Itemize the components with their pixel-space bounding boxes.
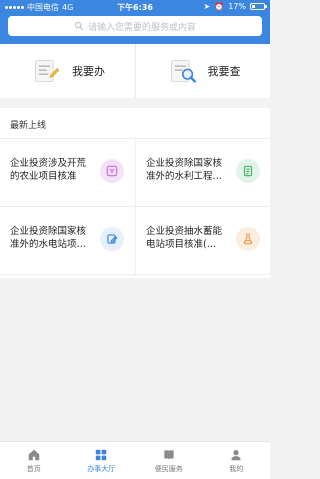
home-icon [28,449,39,461]
book-icon [164,450,174,460]
document-icon [35,60,60,82]
battery-icon [250,3,267,10]
app-screen: 中国电信 4G 下午6:36 ➤ ⏰ 17% 请输入您需要的服务或内容 我要办 … [0,0,270,479]
service-icon-wrap [236,227,260,251]
tab-label: 我的 [229,465,244,473]
tab-label: 首页 [26,465,41,473]
check-status-button[interactable]: 我要查 [135,44,270,98]
status-bar: 中国电信 4G 下午6:36 ➤ ⏰ 17% [0,0,270,14]
service-icon-wrap [236,159,260,183]
service-title: 企业投资除国家核准外的水利工程… [146,158,223,182]
service-icon-wrap [100,227,124,251]
service-card[interactable]: 企业投资除国家核准外的水利工程… [135,139,270,206]
service-row: 企业投资除国家核准外的水电站项… 企业投资抽水蓄能电站项目核准(… [0,207,270,275]
beaker-icon [243,233,253,245]
magnifier-document-icon [170,60,196,83]
service-title: 企业投资涉及开荒的农业项目核准 [10,158,87,182]
service-row: 企业投资涉及开荒的农业项目核准 企业投资除国家核准外的水利工程… [0,139,270,207]
edit-icon [107,234,118,244]
service-title: 企业投资除国家核准外的水电站项… [10,226,87,250]
search-bar[interactable]: 请输入您需要的服务或内容 [8,16,262,36]
tab-label: 办事大厅 [87,465,116,473]
tab-home[interactable]: 首页 [0,442,68,479]
tab-convenience[interactable]: 便民服务 [135,442,203,479]
tab-mine[interactable]: 我的 [203,442,271,479]
header-bar: 中国电信 4G 下午6:36 ➤ ⏰ 17% 请输入您需要的服务或内容 [0,0,270,44]
battery-percent: 17% [228,2,246,11]
grid-icon [106,165,118,177]
search-placeholder: 请输入您需要的服务或内容 [87,22,196,33]
service-card[interactable]: 企业投资除国家核准外的水电站项… [0,207,135,274]
apps-icon [96,449,107,461]
status-right: ➤ ⏰ 17% [203,2,267,11]
service-card[interactable]: 企业投资涉及开荒的农业项目核准 [0,139,135,206]
alarm-icon: ⏰ [214,2,225,11]
do-business-label: 我要办 [72,65,105,78]
tab-service-hall[interactable]: 办事大厅 [68,442,136,479]
service-grid: 企业投资涉及开荒的农业项目核准 企业投资除国家核准外的水利工程… 企业投资除国家… [0,139,270,275]
latest-section: 最新上线 企业投资涉及开荒的农业项目核准 企业投资除国家核准外的水利工程… 企业… [0,108,270,278]
tab-label: 便民服务 [154,465,183,473]
bottom-nav: 首页 办事大厅 便民服务 我的 [0,441,270,479]
service-title: 企业投资抽水蓄能电站项目核准(… [146,226,223,250]
search-icon [74,21,84,31]
document-icon [243,165,253,177]
check-status-label: 我要查 [207,65,241,78]
service-icon-wrap [100,159,124,183]
location-icon: ➤ [203,2,211,11]
user-icon [231,450,241,461]
quick-actions: 我要办 我要查 [0,44,270,98]
service-card[interactable]: 企业投资抽水蓄能电站项目核准(… [135,207,270,274]
do-business-button[interactable]: 我要办 [0,44,135,98]
section-title: 最新上线 [10,121,47,131]
